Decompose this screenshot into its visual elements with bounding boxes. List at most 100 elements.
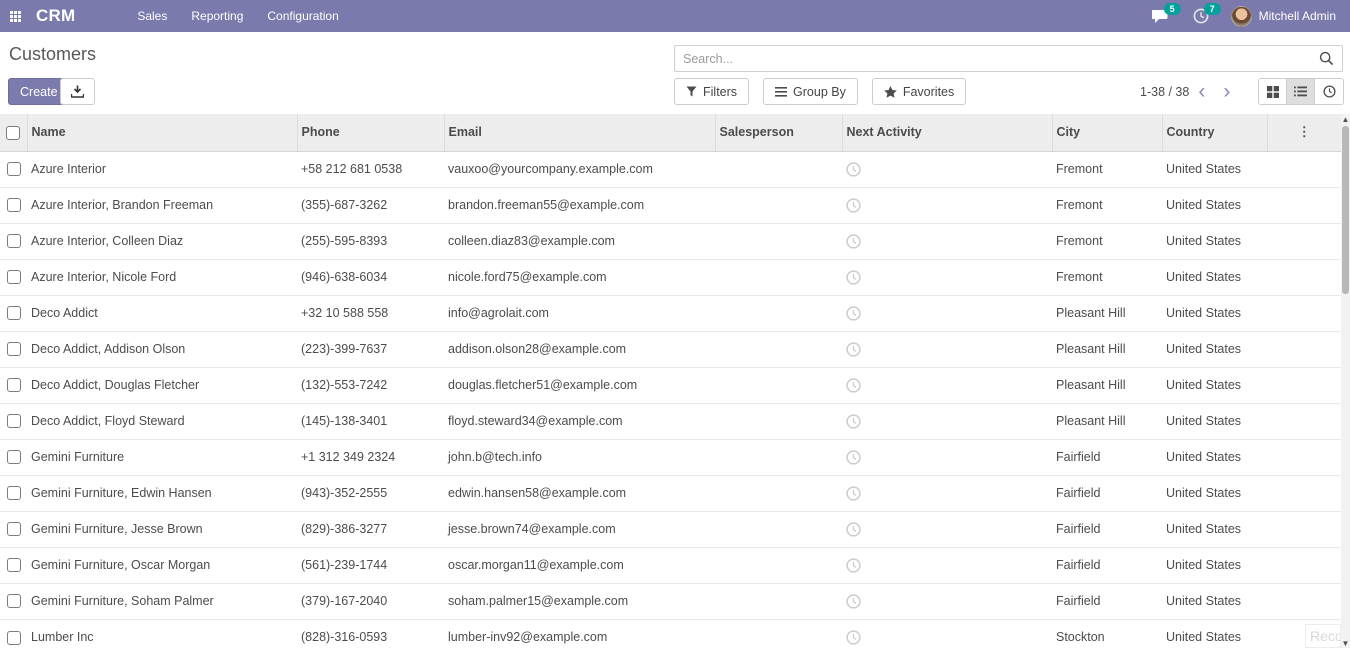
row-checkbox[interactable]	[7, 198, 21, 212]
salesperson-cell	[715, 367, 842, 403]
next-activity-clock-icon[interactable]	[846, 342, 861, 357]
spacer-cell	[1267, 583, 1341, 619]
next-activity-clock-icon[interactable]	[846, 486, 861, 501]
row-checkbox[interactable]	[7, 558, 21, 572]
phone-cell: (223)-399-7637	[297, 331, 444, 367]
activity-view-button[interactable]	[1315, 79, 1343, 104]
table-row[interactable]: Deco Addict, Floyd Steward (145)-138-340…	[0, 403, 1341, 439]
table-row[interactable]: Azure Interior, Brandon Freeman (355)-68…	[0, 187, 1341, 223]
menu-sales[interactable]: Sales	[125, 0, 179, 32]
next-activity-clock-icon[interactable]	[846, 378, 861, 393]
column-header-email[interactable]: Email	[444, 114, 715, 151]
next-activity-clock-icon[interactable]	[846, 450, 861, 465]
list-view-button[interactable]	[1287, 79, 1315, 104]
activities-button[interactable]: 7	[1181, 0, 1221, 32]
row-checkbox[interactable]	[7, 162, 21, 176]
activity-clock-icon	[1323, 85, 1336, 98]
top-navbar: CRM Sales Reporting Configuration 5 7 Mi…	[0, 0, 1350, 32]
group-by-button[interactable]: Group By	[763, 78, 858, 105]
user-avatar[interactable]	[1231, 6, 1252, 27]
column-header-country[interactable]: Country	[1162, 114, 1267, 151]
customers-table: Name Phone Email Salesperson Next Activi…	[0, 114, 1341, 648]
next-activity-clock-icon[interactable]	[846, 630, 861, 645]
email-cell: lumber-inv92@example.com	[444, 619, 715, 648]
row-checkbox-cell	[0, 367, 27, 403]
row-checkbox-cell	[0, 583, 27, 619]
email-cell: floyd.steward34@example.com	[444, 403, 715, 439]
row-checkbox[interactable]	[7, 486, 21, 500]
table-row[interactable]: Gemini Furniture, Edwin Hansen (943)-352…	[0, 475, 1341, 511]
table-row[interactable]: Deco Addict, Douglas Fletcher (132)-553-…	[0, 367, 1341, 403]
column-header-salesperson[interactable]: Salesperson	[715, 114, 842, 151]
next-activity-clock-icon[interactable]	[846, 306, 861, 321]
menu-configuration[interactable]: Configuration	[255, 0, 350, 32]
city-cell: Fairfield	[1052, 583, 1162, 619]
table-row[interactable]: Azure Interior, Colleen Diaz (255)-595-8…	[0, 223, 1341, 259]
row-checkbox-cell	[0, 619, 27, 648]
filters-button[interactable]: Filters	[674, 78, 749, 105]
row-checkbox[interactable]	[7, 306, 21, 320]
city-cell: Fairfield	[1052, 475, 1162, 511]
column-header-name[interactable]: Name	[27, 114, 297, 151]
spacer-cell	[1267, 331, 1341, 367]
export-button[interactable]	[60, 78, 95, 105]
apps-menu-button[interactable]	[0, 0, 30, 32]
row-checkbox[interactable]	[7, 522, 21, 536]
scroll-up-arrow[interactable]: ▲	[1341, 114, 1350, 124]
vertical-scrollbar[interactable]: ▲ ▼	[1341, 114, 1350, 648]
column-header-next-activity[interactable]: Next Activity	[842, 114, 1052, 151]
row-checkbox-cell	[0, 259, 27, 295]
customer-name-cell: Gemini Furniture, Soham Palmer	[27, 583, 297, 619]
row-checkbox[interactable]	[7, 378, 21, 392]
city-cell: Fairfield	[1052, 511, 1162, 547]
table-row[interactable]: Lumber Inc (828)-316-0593 lumber-inv92@e…	[0, 619, 1341, 648]
row-checkbox[interactable]	[7, 342, 21, 356]
salesperson-cell	[715, 547, 842, 583]
next-activity-cell	[842, 583, 1052, 619]
spacer-cell	[1267, 367, 1341, 403]
next-activity-clock-icon[interactable]	[846, 234, 861, 249]
table-row[interactable]: Deco Addict, Addison Olson (223)-399-763…	[0, 331, 1341, 367]
table-row[interactable]: Gemini Furniture, Soham Palmer (379)-167…	[0, 583, 1341, 619]
scroll-down-arrow[interactable]: ▼	[1341, 638, 1350, 648]
table-row[interactable]: Deco Addict +32 10 588 558 info@agrolait…	[0, 295, 1341, 331]
next-activity-clock-icon[interactable]	[846, 198, 861, 213]
column-header-phone[interactable]: Phone	[297, 114, 444, 151]
table-row[interactable]: Azure Interior +58 212 681 0538 vauxoo@y…	[0, 151, 1341, 187]
table-row[interactable]: Gemini Furniture +1 312 349 2324 john.b@…	[0, 439, 1341, 475]
email-cell: vauxoo@yourcompany.example.com	[444, 151, 715, 187]
next-activity-clock-icon[interactable]	[846, 522, 861, 537]
city-cell: Pleasant Hill	[1052, 331, 1162, 367]
row-checkbox[interactable]	[7, 631, 21, 645]
next-activity-clock-icon[interactable]	[846, 594, 861, 609]
row-checkbox[interactable]	[7, 414, 21, 428]
optional-columns-toggle[interactable]: ⋮	[1267, 114, 1341, 151]
row-checkbox[interactable]	[7, 450, 21, 464]
email-cell: nicole.ford75@example.com	[444, 259, 715, 295]
table-row[interactable]: Gemini Furniture, Oscar Morgan (561)-239…	[0, 547, 1341, 583]
table-row[interactable]: Gemini Furniture, Jesse Brown (829)-386-…	[0, 511, 1341, 547]
next-activity-clock-icon[interactable]	[846, 270, 861, 285]
column-header-city[interactable]: City	[1052, 114, 1162, 151]
next-activity-clock-icon[interactable]	[846, 558, 861, 573]
next-activity-clock-icon[interactable]	[846, 162, 861, 177]
messages-button[interactable]: 5	[1140, 0, 1181, 32]
row-checkbox[interactable]	[7, 270, 21, 284]
next-activity-clock-icon[interactable]	[846, 414, 861, 429]
search-icon[interactable]	[1311, 51, 1342, 66]
city-cell: Pleasant Hill	[1052, 367, 1162, 403]
menu-reporting[interactable]: Reporting	[179, 0, 255, 32]
pager-next-button[interactable]: ›	[1214, 80, 1239, 103]
table-row[interactable]: Azure Interior, Nicole Ford (946)-638-60…	[0, 259, 1341, 295]
favorites-button[interactable]: Favorites	[872, 78, 966, 105]
kanban-view-button[interactable]	[1259, 79, 1287, 104]
row-checkbox[interactable]	[7, 594, 21, 608]
pager-previous-button[interactable]: ‹	[1189, 80, 1214, 103]
search-input[interactable]	[675, 52, 1311, 66]
app-brand[interactable]: CRM	[30, 6, 89, 26]
user-menu[interactable]: Mitchell Admin	[1259, 9, 1350, 23]
scrollbar-thumb[interactable]	[1342, 126, 1349, 294]
row-checkbox[interactable]	[7, 234, 21, 248]
select-all-checkbox[interactable]	[6, 126, 20, 140]
city-cell: Stockton	[1052, 619, 1162, 648]
